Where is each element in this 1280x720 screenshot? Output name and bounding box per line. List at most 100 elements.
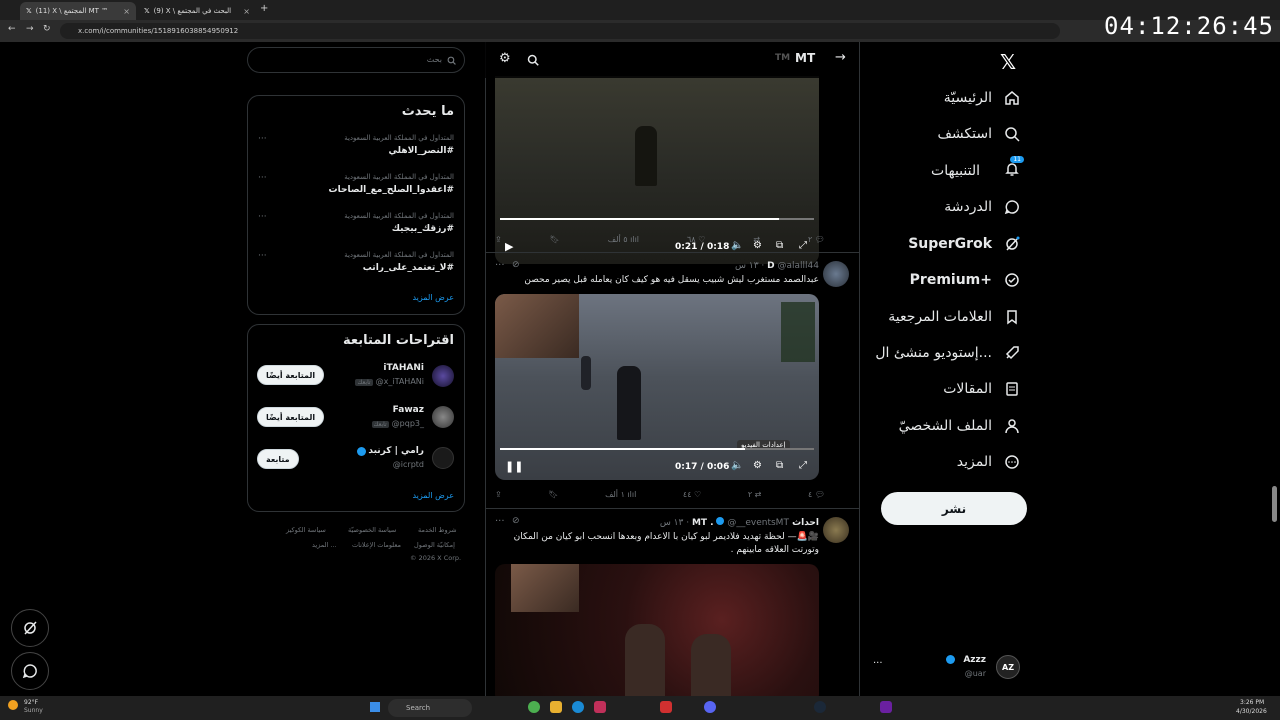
volume-icon[interactable]: 🔈 bbox=[731, 460, 743, 471]
nav-creator-studio[interactable]: إستوديو منشئ ال... bbox=[875, 339, 1020, 367]
divider bbox=[485, 508, 859, 509]
bookmark-icon[interactable]: 🔖︎ bbox=[550, 235, 560, 244]
app-icon[interactable] bbox=[880, 701, 892, 713]
nav-profile[interactable]: الملف الشخصيّ bbox=[899, 412, 1020, 440]
nav-home[interactable]: الرئيسيّة bbox=[944, 84, 1020, 112]
account-switcher[interactable]: ··· Azzz @uar AZ bbox=[870, 652, 1030, 682]
video-controls: ❚❚ 0:17 / 0:06 🔈 ⚙ ⧉ ⤢ bbox=[495, 448, 819, 480]
nav-explore[interactable]: استكشف bbox=[937, 120, 1020, 148]
reply-count: ٤ bbox=[807, 489, 813, 499]
browser-tab[interactable]: 𝕏 (9) X \ البحث في المجتمع × bbox=[138, 2, 256, 20]
back-icon[interactable]: ← bbox=[8, 24, 16, 34]
nav-supergrok[interactable]: SuperGrok bbox=[908, 230, 1020, 258]
reload-icon[interactable]: ↻ bbox=[43, 24, 51, 34]
video-player[interactable]: إعدادات الفيديو ❚❚ 0:17 / 0:06 🔈 ⚙ ⧉ ⤢ bbox=[495, 294, 819, 480]
fullscreen-icon[interactable]: ⤢ bbox=[799, 460, 807, 471]
app-icon[interactable] bbox=[594, 701, 606, 713]
forward-icon[interactable]: → bbox=[26, 24, 34, 34]
video-figure bbox=[617, 366, 641, 440]
popout-icon[interactable]: ⧉ bbox=[776, 460, 783, 471]
tweet-actions: ⇪ 🔖︎ ١ ألف ılıl ٤٤ ♡ ٢ ⇄ ٤ 💬︎ bbox=[495, 486, 825, 502]
nav-more[interactable]: المزيد bbox=[957, 448, 1020, 476]
more-icon[interactable]: ··· bbox=[258, 134, 267, 144]
footer-link[interactable]: إمكانيّة الوصول bbox=[414, 541, 455, 549]
search-input[interactable]: بحث bbox=[247, 47, 465, 73]
folder-icon[interactable] bbox=[550, 701, 562, 713]
divider bbox=[485, 252, 859, 253]
follow-button[interactable]: المتابعة أيضًا bbox=[257, 365, 325, 385]
avatar[interactable] bbox=[823, 517, 849, 543]
video-progress[interactable] bbox=[500, 448, 814, 450]
avatar[interactable] bbox=[823, 261, 849, 287]
repost-icon[interactable]: ⇄ bbox=[753, 235, 760, 244]
nav-premium[interactable]: Premium+ bbox=[910, 266, 1020, 294]
scrollbar[interactable] bbox=[1272, 486, 1277, 522]
grok-icon[interactable]: ⊘ bbox=[512, 260, 520, 270]
address-bar[interactable]: x.com/i/communities/1518916038854950912 bbox=[60, 23, 1060, 39]
pause-icon[interactable]: ❚❚ bbox=[505, 460, 523, 473]
settings-icon[interactable]: ⚙ bbox=[753, 460, 762, 471]
grok-float-button[interactable] bbox=[11, 609, 49, 647]
trend-meta: المتداول في المملكة العربية السعودية bbox=[344, 212, 454, 220]
footer-link[interactable]: معلومات الإعلانات bbox=[352, 541, 401, 549]
views-stat[interactable]: ١ ألف ılıl bbox=[605, 490, 636, 499]
more-icon[interactable]: ··· bbox=[495, 516, 505, 527]
author-handle[interactable]: @__eventsMT bbox=[727, 518, 789, 528]
like-stat[interactable]: ٤٤ ♡ bbox=[683, 490, 701, 499]
footer-link[interactable]: سياسة الكوكيز bbox=[286, 526, 326, 534]
steam-icon[interactable] bbox=[814, 701, 826, 713]
footer-link[interactable]: شروط الخدمة bbox=[418, 526, 457, 534]
app-icon[interactable] bbox=[660, 701, 672, 713]
video-progress[interactable] bbox=[500, 218, 814, 220]
video-progress-fill bbox=[500, 448, 745, 450]
follow-button[interactable]: المتابعة أيضًا bbox=[257, 407, 325, 427]
grok-icon[interactable]: ⊘ bbox=[512, 516, 520, 526]
nav-notifications[interactable]: التنبيهات 11 bbox=[931, 156, 1024, 185]
edge-icon[interactable] bbox=[572, 701, 584, 713]
share-icon[interactable]: ⇪ bbox=[495, 490, 502, 499]
views-stat[interactable]: ٥ ألف ılıl bbox=[608, 235, 639, 244]
more-icon[interactable]: ··· bbox=[258, 173, 267, 183]
show-more-link[interactable]: عرض المزيد bbox=[412, 293, 454, 302]
nav-label: Premium+ bbox=[909, 272, 992, 288]
video-player[interactable] bbox=[495, 564, 819, 696]
more-icon[interactable]: ··· bbox=[258, 251, 267, 261]
chat-icon bbox=[22, 664, 37, 679]
author-handle[interactable]: @alalll44 bbox=[778, 261, 819, 271]
url-text: x.com/i/communities/1518916038854950912 bbox=[78, 27, 239, 35]
like-stat[interactable]: ٦٨ ♡ bbox=[687, 235, 705, 244]
reply-stat[interactable]: ٤ 💬︎ bbox=[808, 490, 825, 499]
browser-tab-active[interactable]: 𝕏 (11) X \ المجتمع MT ™ × bbox=[20, 2, 136, 20]
chrome-icon[interactable] bbox=[528, 701, 540, 713]
more-icon[interactable]: ··· bbox=[258, 212, 267, 222]
x-logo-icon: 𝕏 bbox=[144, 7, 150, 15]
post-button[interactable]: نشر bbox=[881, 492, 1027, 525]
nav-articles[interactable]: المقالات bbox=[943, 375, 1020, 403]
windows-start-icon[interactable] bbox=[370, 702, 380, 712]
footer-link[interactable]: المزيد ... bbox=[312, 541, 337, 549]
settings-icon[interactable]: ⚙ bbox=[499, 51, 511, 66]
nav-bookmarks[interactable]: العلامات المرجعية bbox=[888, 303, 1020, 331]
share-icon[interactable]: ⇪ bbox=[495, 235, 502, 244]
nav-chat[interactable]: الدردشة bbox=[944, 193, 1020, 221]
tweet-time[interactable]: ١٣ س bbox=[660, 518, 684, 528]
follow-button[interactable]: متابعة bbox=[257, 449, 299, 469]
author-name[interactable]: D bbox=[767, 261, 774, 271]
back-arrow-icon[interactable]: → bbox=[835, 50, 846, 65]
x-logo[interactable]: 𝕏 bbox=[1000, 50, 1016, 74]
messages-float-button[interactable] bbox=[11, 652, 49, 690]
nav-label: التنبيهات bbox=[931, 163, 980, 179]
reply-stat[interactable]: ٢ 💬︎ bbox=[808, 235, 825, 244]
search-icon[interactable] bbox=[527, 54, 539, 66]
repost-stat[interactable]: ٢ ⇄ bbox=[748, 490, 762, 499]
show-more-link[interactable]: عرض المزيد bbox=[412, 491, 454, 500]
bookmark-icon[interactable]: 🔖︎ bbox=[548, 490, 558, 499]
taskbar-search[interactable]: Search bbox=[388, 699, 472, 717]
more-icon[interactable]: ··· bbox=[495, 260, 505, 271]
close-tab-icon[interactable]: × bbox=[243, 7, 250, 16]
new-tab-button[interactable]: + bbox=[260, 3, 268, 14]
close-tab-icon[interactable]: × bbox=[123, 7, 130, 16]
discord-icon[interactable] bbox=[704, 701, 716, 713]
tweet-time[interactable]: ١٣ س bbox=[735, 261, 759, 271]
footer-link[interactable]: سياسة الخصوصيّة bbox=[348, 526, 396, 534]
